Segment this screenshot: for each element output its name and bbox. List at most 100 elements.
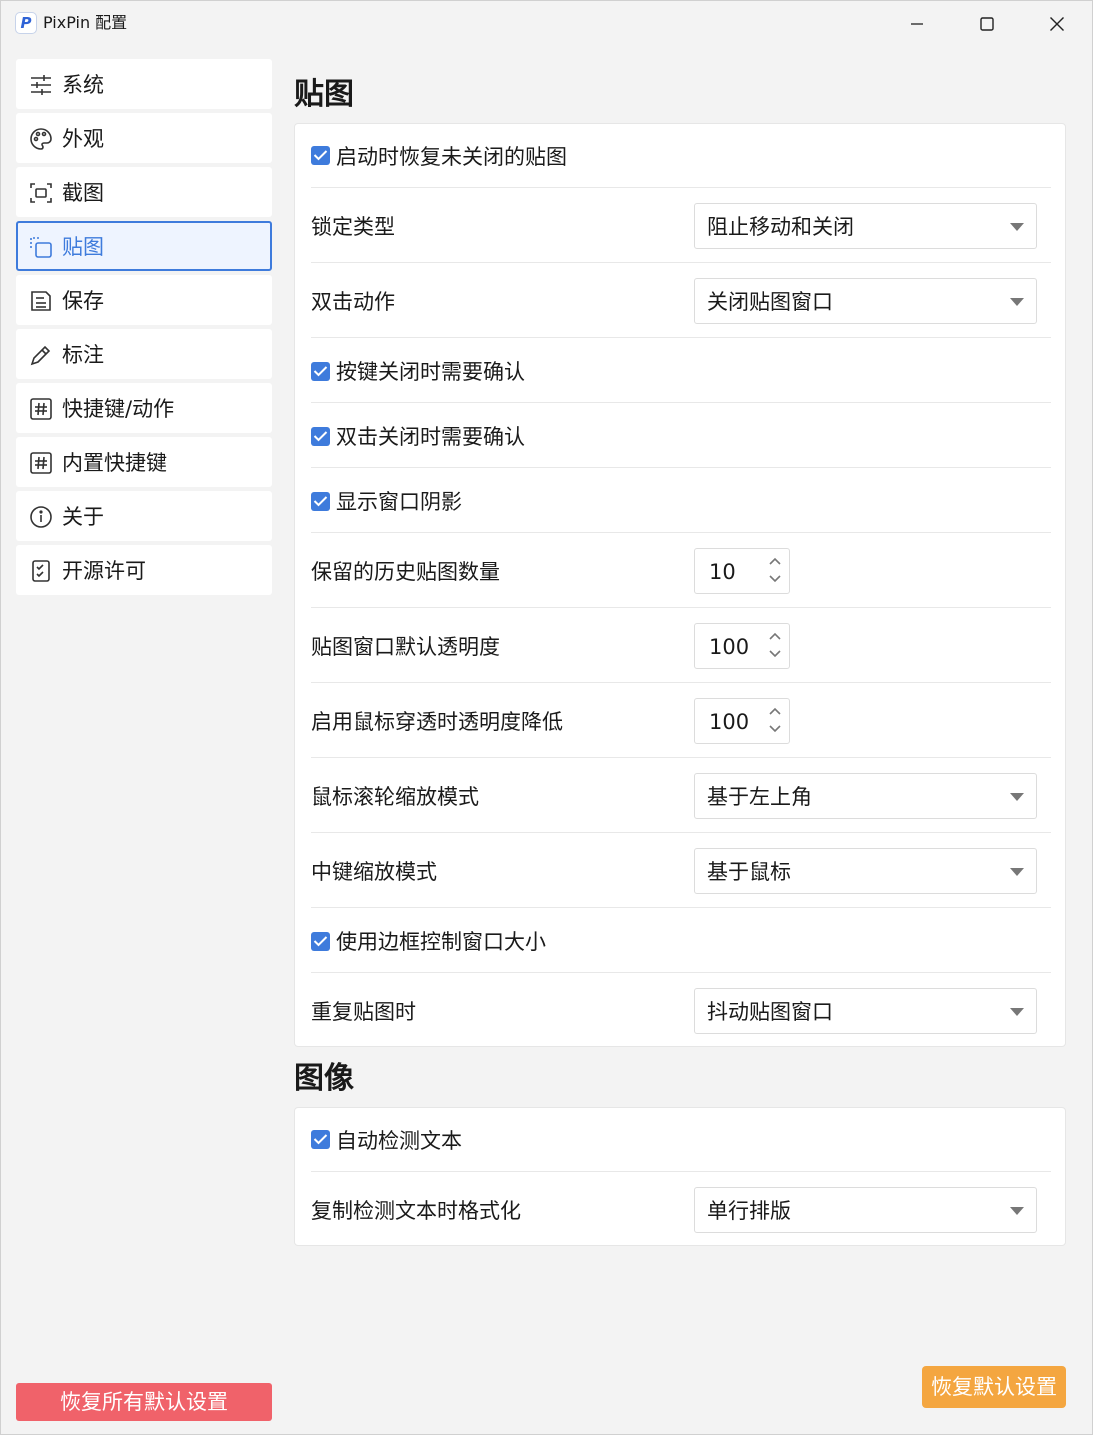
- spin-down-icon[interactable]: [769, 725, 781, 733]
- reset-all-defaults-button[interactable]: 恢复所有默认设置: [16, 1383, 272, 1421]
- sidebar-item-appearance[interactable]: 外观: [16, 113, 272, 163]
- maximize-button[interactable]: [952, 1, 1022, 47]
- sidebar-item-label: 截图: [62, 181, 104, 205]
- sidebar-item-save[interactable]: 保存: [16, 275, 272, 325]
- show-shadow-label: 显示窗口阴影: [336, 490, 462, 514]
- lock-type-select[interactable]: 阻止移动和关闭: [694, 203, 1037, 249]
- restore-on-start-label: 启动时恢复未关闭的贴图: [336, 145, 567, 169]
- window-title: PixPin 配置: [43, 13, 128, 32]
- sidebar-item-pin[interactable]: 贴图: [16, 221, 272, 271]
- sidebar-item-label: 贴图: [62, 235, 104, 259]
- dblclick-close-confirm-label: 双击关闭时需要确认: [336, 425, 525, 449]
- passthrough-opacity-spinbox[interactable]: 100: [694, 698, 790, 744]
- history-count-spinbox[interactable]: 10: [694, 548, 790, 594]
- sidebar-item-label: 系统: [62, 73, 104, 97]
- reset-defaults-button[interactable]: 恢复默认设置: [922, 1366, 1066, 1408]
- auto-detect-text-row[interactable]: 自动检测文本: [311, 1108, 1051, 1172]
- hashtag-icon: [29, 397, 53, 421]
- auto-detect-text-label: 自动检测文本: [336, 1129, 462, 1153]
- sidebar-item-label: 标注: [62, 343, 104, 367]
- info-icon: [29, 505, 53, 529]
- passthrough-opacity-label: 启用鼠标穿透时透明度降低: [311, 710, 563, 734]
- lock-type-row: 锁定类型 阻止移动和关闭: [311, 188, 1051, 263]
- checkmark-icon: [313, 936, 328, 947]
- palette-icon: [29, 127, 53, 151]
- spin-up-icon[interactable]: [769, 632, 781, 640]
- sidebar-item-builtin-shortcuts[interactable]: 内置快捷键: [16, 437, 272, 487]
- double-click-row: 双击动作 关闭贴图窗口: [311, 263, 1051, 338]
- default-opacity-spinbox[interactable]: 100: [694, 623, 790, 669]
- spin-value: 100: [709, 635, 750, 659]
- restore-on-start-checkbox[interactable]: [311, 146, 330, 165]
- spin-up-icon[interactable]: [769, 557, 781, 565]
- lock-type-label: 锁定类型: [311, 215, 395, 239]
- spin-down-icon[interactable]: [769, 650, 781, 658]
- sidebar-item-label: 快捷键/动作: [62, 397, 175, 421]
- history-count-label: 保留的历史贴图数量: [311, 560, 500, 584]
- sidebar-item-annotation[interactable]: 标注: [16, 329, 272, 379]
- dropdown-arrow-icon: [1010, 868, 1024, 876]
- default-opacity-row: 贴图窗口默认透明度 100: [311, 608, 1051, 683]
- sidebar-item-label: 关于: [62, 505, 104, 529]
- repeat-pin-select[interactable]: 抖动贴图窗口: [694, 988, 1037, 1034]
- middle-zoom-row: 中键缩放模式 基于鼠标: [311, 833, 1051, 908]
- default-opacity-label: 贴图窗口默认透明度: [311, 635, 500, 659]
- sidebar-item-label: 保存: [62, 289, 104, 313]
- spin-down-icon[interactable]: [769, 575, 781, 583]
- title-bar[interactable]: P PixPin 配置: [1, 1, 1093, 47]
- copy-format-row: 复制检测文本时格式化 单行排版: [311, 1172, 1051, 1247]
- double-click-select[interactable]: 关闭贴图窗口: [694, 278, 1037, 324]
- border-resize-label: 使用边框控制窗口大小: [336, 930, 546, 954]
- copy-format-select[interactable]: 单行排版: [694, 1187, 1037, 1233]
- maximize-icon: [980, 17, 994, 31]
- dblclick-close-confirm-row[interactable]: 双击关闭时需要确认: [311, 403, 1051, 468]
- screenshot-frame-icon: [29, 181, 53, 205]
- sidebar-item-screenshot[interactable]: 截图: [16, 167, 272, 217]
- minimize-button[interactable]: [882, 1, 952, 47]
- sidebar-item-licenses[interactable]: 开源许可: [16, 545, 272, 595]
- sidebar-item-label: 外观: [62, 127, 104, 151]
- sidebar-item-label: 开源许可: [62, 559, 146, 583]
- pin-section-title: 贴图: [294, 77, 354, 112]
- passthrough-opacity-row: 启用鼠标穿透时透明度降低 100: [311, 683, 1051, 758]
- close-button[interactable]: [1022, 1, 1092, 47]
- sidebar-item-shortcuts[interactable]: 快捷键/动作: [16, 383, 272, 433]
- sidebar-item-system[interactable]: 系统: [16, 59, 272, 109]
- copy-format-label: 复制检测文本时格式化: [311, 1199, 521, 1223]
- spin-value: 100: [709, 710, 750, 734]
- restore-on-start-row[interactable]: 启动时恢复未关闭的贴图: [311, 124, 1051, 188]
- image-settings-panel: 自动检测文本 复制检测文本时格式化 单行排版: [294, 1107, 1066, 1246]
- settings-window: P PixPin 配置 系统 外观 截图 贴图 保存 标注 快捷键/动作 内置快…: [0, 0, 1093, 1435]
- sidebar-item-about[interactable]: 关于: [16, 491, 272, 541]
- select-value: 基于鼠标: [707, 860, 791, 884]
- pencil-icon: [29, 343, 53, 367]
- middle-zoom-select[interactable]: 基于鼠标: [694, 848, 1037, 894]
- sidebar-item-label: 内置快捷键: [62, 451, 167, 475]
- key-close-confirm-row[interactable]: 按键关闭时需要确认: [311, 338, 1051, 403]
- border-resize-row[interactable]: 使用边框控制窗口大小: [311, 908, 1051, 973]
- hashtag-icon: [29, 451, 53, 475]
- select-value: 基于左上角: [707, 785, 812, 809]
- key-close-confirm-checkbox[interactable]: [311, 362, 330, 381]
- checkmark-icon: [313, 431, 328, 442]
- wheel-zoom-row: 鼠标滚轮缩放模式 基于左上角: [311, 758, 1051, 833]
- key-close-confirm-label: 按键关闭时需要确认: [336, 360, 525, 384]
- select-value: 阻止移动和关闭: [707, 215, 854, 239]
- dropdown-arrow-icon: [1010, 1008, 1024, 1016]
- spin-value: 10: [709, 560, 736, 584]
- checkmark-icon: [313, 150, 328, 161]
- close-icon: [1050, 17, 1064, 31]
- dropdown-arrow-icon: [1010, 298, 1024, 306]
- auto-detect-text-checkbox[interactable]: [311, 1130, 330, 1149]
- dropdown-arrow-icon: [1010, 1207, 1024, 1215]
- dblclick-close-confirm-checkbox[interactable]: [311, 427, 330, 446]
- spin-up-icon[interactable]: [769, 707, 781, 715]
- sliders-icon: [29, 73, 53, 97]
- image-section-title: 图像: [294, 1061, 354, 1096]
- show-shadow-checkbox[interactable]: [311, 492, 330, 511]
- wheel-zoom-select[interactable]: 基于左上角: [694, 773, 1037, 819]
- sidebar-nav: 系统 外观 截图 贴图 保存 标注 快捷键/动作 内置快捷键 关于 开源许可: [16, 59, 272, 599]
- show-shadow-row[interactable]: 显示窗口阴影: [311, 468, 1051, 533]
- border-resize-checkbox[interactable]: [311, 932, 330, 951]
- dropdown-arrow-icon: [1010, 793, 1024, 801]
